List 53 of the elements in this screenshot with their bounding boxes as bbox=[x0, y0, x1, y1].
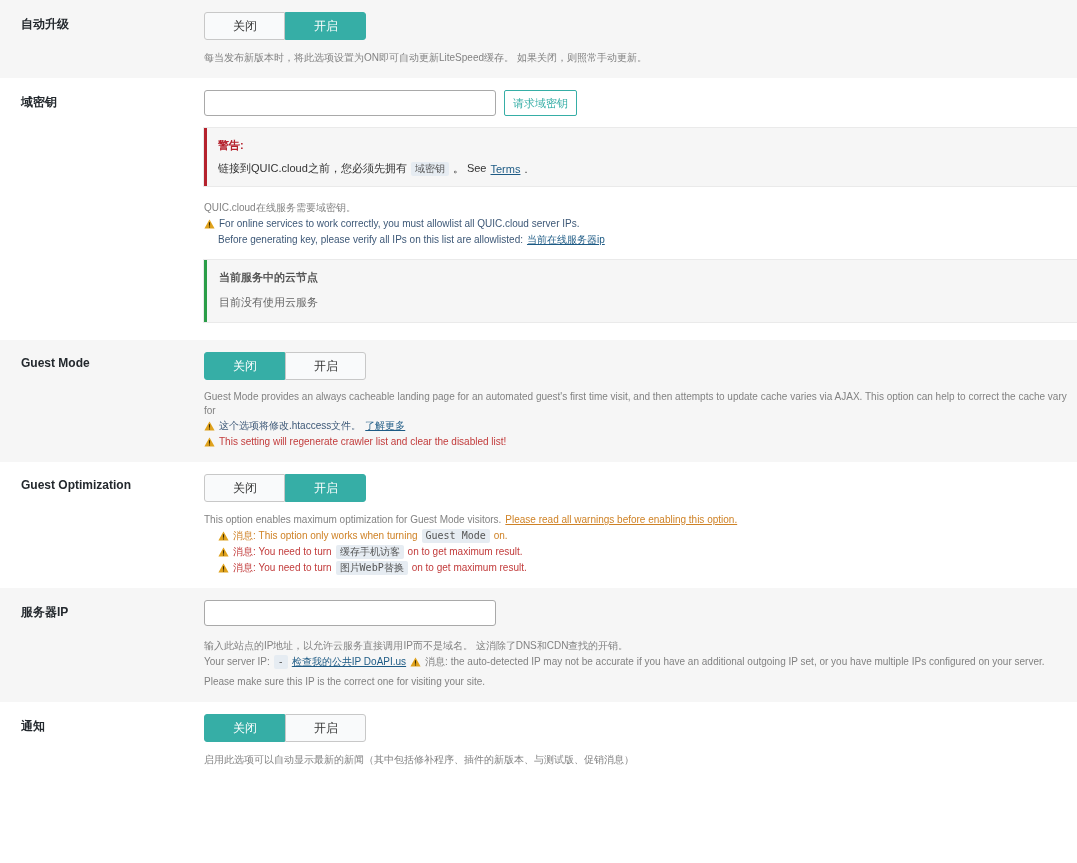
help-text: 启用此选项可以自动显示最新的新闻（其中包括修补程序、插件的新版本、与测试版、促销消息） bbox=[204, 753, 634, 767]
warning-icon bbox=[218, 547, 229, 557]
setting-label: 服务器IP bbox=[20, 604, 69, 621]
help-text: 消息: This option only works when turning bbox=[233, 529, 418, 543]
warning-icon bbox=[218, 531, 229, 541]
code-chip: 图片WebP替换 bbox=[335, 561, 408, 575]
code-chip: 域密钥 bbox=[410, 161, 449, 176]
notice-text: 链接到QUIC.cloud之前，您必须先拥有 bbox=[218, 161, 407, 176]
setting-label: 通知 bbox=[20, 718, 45, 735]
toggle-option[interactable]: 开启 bbox=[285, 714, 366, 742]
setting-label: 域密钥 bbox=[19, 94, 57, 111]
input-field[interactable] bbox=[204, 600, 496, 626]
help-text: on to get maximum result. bbox=[411, 561, 527, 575]
code-chip: - bbox=[273, 655, 288, 669]
help-text: This option enables maximum optimization for Guest Mode visitors. bbox=[204, 513, 502, 527]
panel-title: 当前服务中的云节点 bbox=[219, 270, 318, 285]
notice-text: 。 See bbox=[452, 161, 487, 176]
toggle-option[interactable]: 关闭 bbox=[204, 12, 285, 40]
help-text: 这个选项将修改.htaccess文件。 bbox=[219, 419, 362, 433]
setting-label: 自动升级 bbox=[20, 16, 69, 33]
help-text: Guest Mode provides an always cacheable landing page for an automated guest's first time visit, and then attempts to update cache varies via AJAX. This option can help to correct the cache vary for bbox=[204, 390, 1068, 418]
warning-icon bbox=[204, 421, 215, 431]
notice-text: . bbox=[524, 162, 528, 175]
notice-title: 警告: bbox=[218, 138, 244, 153]
help-link[interactable]: 了解更多 bbox=[365, 419, 406, 433]
warning-icon bbox=[218, 563, 229, 573]
help-link[interactable]: 当前在线服务器ip bbox=[526, 233, 605, 247]
help-text: This setting will regenerate crawler list and clear the disabled list! bbox=[219, 435, 507, 449]
warning-icon bbox=[410, 657, 422, 667]
code-chip: Guest Mode bbox=[421, 529, 490, 543]
toggle-option[interactable]: 关闭 bbox=[204, 474, 285, 502]
help-text: Please make sure this IP is the correct one for visiting your site. bbox=[204, 675, 486, 689]
help-text: 消息: the auto-detected IP may not be accurate if you have an additional outgoing IP set, or you have multiple IPs configured on your server. bbox=[425, 655, 1045, 669]
setting-label: Guest Mode bbox=[20, 355, 90, 370]
help-text: 消息: You need to turn bbox=[233, 561, 332, 575]
warning-icon bbox=[204, 437, 215, 447]
code-chip: 缓存手机访客 bbox=[335, 545, 404, 559]
warning-icon bbox=[204, 219, 215, 229]
help-text: on. bbox=[493, 529, 508, 543]
help-text: QUIC.cloud在线服务需要域密钥。 bbox=[204, 201, 356, 215]
help-text: 输入此站点的IP地址，以允许云服务直接调用IP而不是域名。 这消除了DNS和CDN查找的开销。 bbox=[204, 639, 629, 653]
panel-text: 目前没有使用云服务 bbox=[219, 295, 318, 310]
help-text: on to get maximum result. bbox=[407, 545, 523, 559]
help-text: Before generating key, please verify all IPs on this list are allowlisted: bbox=[218, 233, 523, 247]
help-text: 每当发布新版本时，将此选项设置为ON即可自动更新LiteSpeed缓存。 如果关闭，则照常手动更新。 bbox=[204, 51, 647, 65]
setting-label: Guest Optimization bbox=[20, 477, 131, 492]
terms-link[interactable]: Terms bbox=[490, 162, 521, 175]
help-link[interactable]: 检查我的公共IP DoAPI.us bbox=[291, 655, 407, 669]
toggle-option[interactable]: 开启 bbox=[285, 352, 366, 380]
help-text: 消息: You need to turn bbox=[233, 545, 332, 559]
help-text: For online services to work correctly, you must allowlist all QUIC.cloud server IPs. bbox=[219, 217, 580, 231]
input-field[interactable] bbox=[204, 90, 496, 116]
help-text: Your server IP: bbox=[204, 655, 270, 669]
